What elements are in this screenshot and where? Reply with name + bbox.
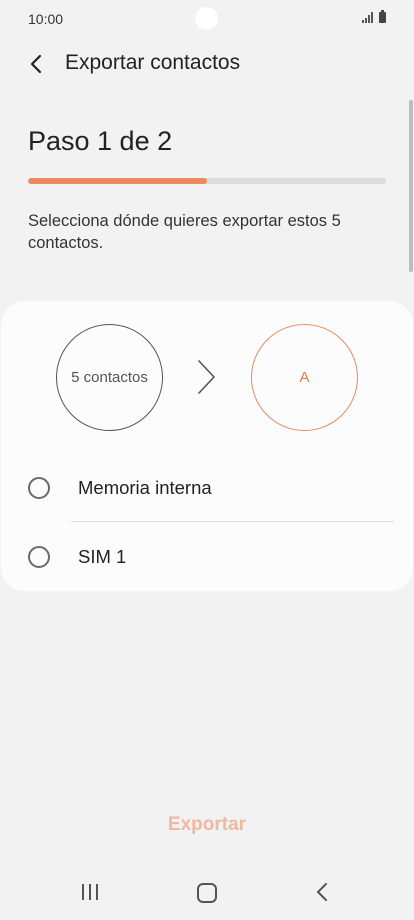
- camera-cutout: [195, 7, 218, 30]
- status-bar: 10:00: [0, 0, 414, 38]
- status-icons: [362, 10, 386, 23]
- page-title: Exportar contactos: [65, 51, 241, 74]
- progress-fill: [28, 178, 207, 184]
- recent-apps-icon[interactable]: [82, 884, 98, 900]
- radio-button[interactable]: [28, 477, 50, 499]
- target-circle: A: [251, 324, 358, 431]
- description-text: Selecciona dónde quieres exportar estos …: [28, 212, 341, 252]
- navigation-bar: [0, 866, 414, 920]
- status-time: 10:00: [28, 11, 64, 27]
- home-icon[interactable]: [197, 883, 217, 903]
- option-label: SIM 1: [78, 546, 127, 567]
- chevron-right-icon: [198, 360, 215, 394]
- app-header: Exportar contactos: [0, 40, 414, 86]
- back-arrow-icon: [30, 54, 42, 74]
- step-title: Paso 1 de 2: [28, 126, 173, 156]
- battery-icon: [379, 10, 386, 23]
- option-memoria-interna[interactable]: Memoria interna: [1, 457, 413, 519]
- radio-button[interactable]: [28, 546, 50, 568]
- progress-bar: [28, 178, 386, 184]
- option-sim-1[interactable]: SIM 1: [1, 526, 413, 588]
- export-button[interactable]: Exportar: [0, 814, 414, 836]
- divider: [71, 521, 394, 522]
- back-button[interactable]: [20, 48, 52, 80]
- source-circle: 5 contactos: [56, 324, 163, 431]
- signal-icon: [362, 12, 373, 23]
- nav-back-icon[interactable]: [315, 881, 329, 903]
- option-label: Memoria interna: [78, 477, 212, 498]
- scroll-indicator: [409, 100, 413, 272]
- export-options-card: 5 contactos A Memoria interna SIM 1: [1, 301, 413, 591]
